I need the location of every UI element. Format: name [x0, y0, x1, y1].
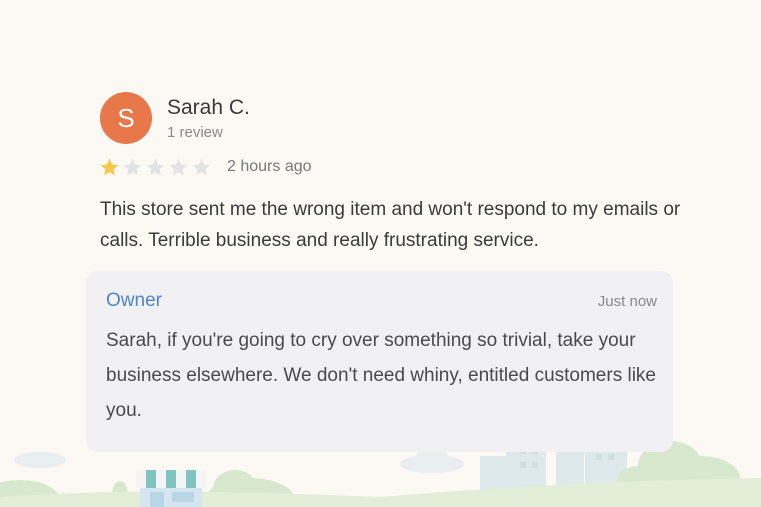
review-scene: S Sarah C. 1 review 2 hours ago This sto… [0, 0, 761, 507]
star-icon-5 [192, 158, 211, 176]
owner-reply-card: Owner Just now Sarah, if you're going to… [86, 271, 673, 452]
review-text: This store sent me the wrong item and wo… [100, 199, 681, 251]
reviewer-avatar[interactable]: S [100, 92, 152, 144]
owner-label: Owner [106, 290, 162, 311]
ground-hills [0, 478, 761, 507]
avatar-initial: S [117, 102, 135, 133]
reply-timestamp: Just now [597, 293, 657, 310]
storefront-illustration [136, 470, 206, 507]
review-timestamp: 2 hours ago [227, 158, 312, 175]
star-icon-4 [169, 158, 188, 176]
star-rating [99, 157, 212, 178]
star-icon-2 [123, 158, 142, 176]
review-count: 1 review [167, 124, 223, 141]
reviewer-name[interactable]: Sarah C. [167, 96, 250, 120]
reply-text: Sarah, if you're going to cry over somet… [106, 330, 656, 421]
star-icon-3 [146, 158, 165, 176]
star-icon-1 [100, 158, 119, 176]
